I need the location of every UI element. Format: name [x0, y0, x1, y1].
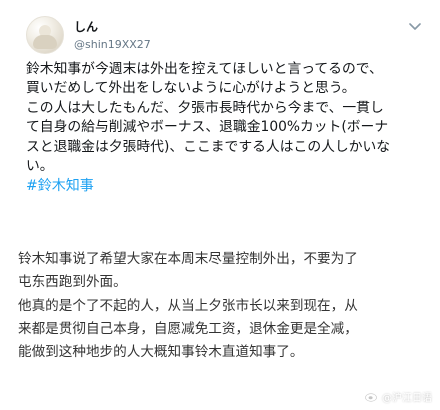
watermark: @沪江日语	[365, 388, 432, 404]
avatar[interactable]	[26, 16, 64, 54]
translation-line: 来都是贯彻自己本身，自愿减免工资，退休金更是全减，	[18, 320, 358, 337]
tweet-text-line: スと退職金は夕張時代)、ここまでする人はこの人しかいな	[26, 138, 391, 155]
user-handle[interactable]: @shin19XX27	[74, 38, 151, 51]
tweet-text-line: い。	[26, 158, 54, 175]
avatar-body	[33, 35, 57, 49]
tweet-text-line: て自身の給与削減やボーナス、退職金100%カット(ボーナ	[26, 119, 389, 136]
translation-line: 屯东西跑到外面。	[18, 274, 127, 291]
translation-line: 能做到这种地步的人大概知事铃木直道知事了。	[18, 344, 304, 361]
chevron-down-icon[interactable]	[409, 22, 421, 32]
hashtag-link[interactable]: #鈴木知事	[26, 177, 94, 196]
display-name[interactable]: しん	[74, 20, 98, 34]
translation-line: 他真的是个了不起的人，从当上夕张市长以来到现在，从	[18, 297, 358, 314]
tweet-text-line: この人は大したもんだ、夕張市長時代から今まで、一貫し	[26, 99, 384, 116]
tweet-text-line: 買いだめして外出をしないように心がけようと思う。	[26, 80, 356, 97]
translation-text: 铃木知事说了希望大家在本周末尽量控制外出，不要为了 屯东西跑到外面。 他真的是个…	[18, 248, 438, 364]
watermark-text: @沪江日语	[382, 392, 432, 404]
tweet-text: 鈴木知事が今週末は外出を控えてほしいと言ってるので、 買いだめして外出をしないよ…	[26, 60, 434, 176]
weibo-icon	[365, 390, 379, 402]
translation-line: 铃木知事说了希望大家在本周末尽量控制外出，不要为了	[18, 251, 358, 267]
tweet-text-line: 鈴木知事が今週末は外出を控えてほしいと言ってるので、	[26, 61, 383, 77]
tweet-card: しん @shin19XX27 鈴木知事が今週末は外出を控えてほしいと言ってるので…	[0, 0, 440, 218]
